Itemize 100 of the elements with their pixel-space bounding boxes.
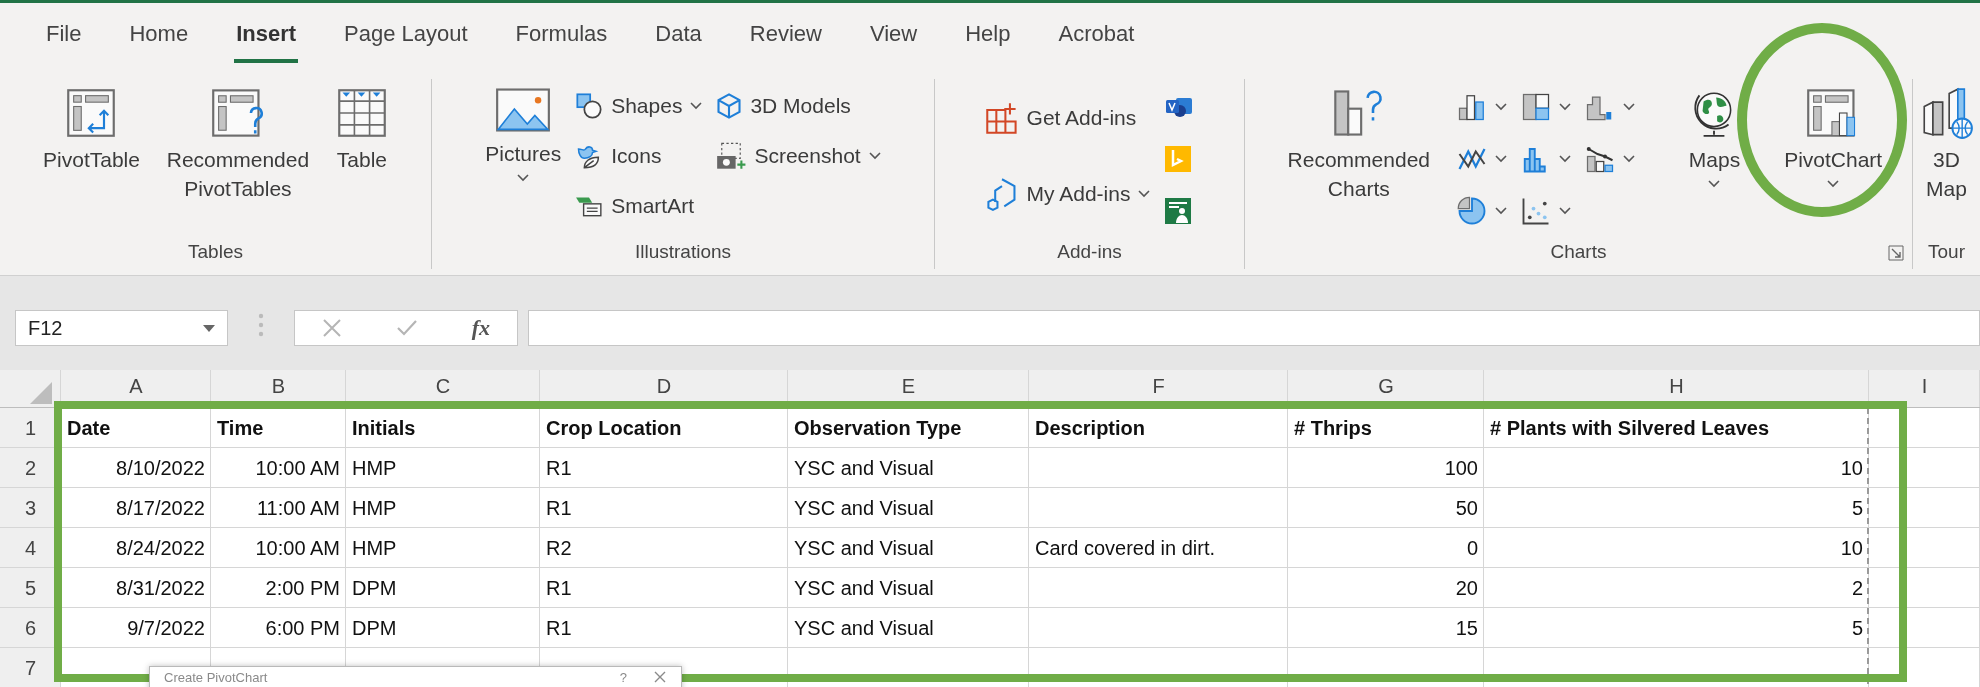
- chevron-down-icon: [517, 174, 530, 182]
- table-cell: YSC and Visual: [794, 536, 934, 560]
- table-cell: YSC and Visual: [794, 576, 934, 600]
- column-chart-icon: [1456, 92, 1487, 122]
- row-header[interactable]: 2: [24, 456, 37, 480]
- dialog-launcher-icon[interactable]: [1888, 245, 1904, 261]
- table-cell: 10:00 AM: [255, 536, 340, 560]
- pictures-button[interactable]: Pictures: [481, 83, 566, 186]
- help-button[interactable]: ?: [603, 670, 643, 685]
- column-heading: Observation Type: [794, 416, 962, 440]
- ribbon-tab[interactable]: Acrobat: [1034, 3, 1159, 65]
- table-cell: 5: [1851, 616, 1863, 640]
- table-cell: 9/7/2022: [127, 616, 205, 640]
- picture-icon: [495, 87, 552, 133]
- shapes-button[interactable]: Shapes: [571, 83, 707, 129]
- ribbon-tab[interactable]: Page Layout: [320, 3, 492, 65]
- close-icon[interactable]: [653, 670, 667, 684]
- column-heading: # Thrips: [1294, 416, 1372, 440]
- column-heading: Description: [1035, 416, 1146, 440]
- row-header[interactable]: 6: [24, 616, 37, 640]
- recommended-charts-button[interactable]: Recommended Charts: [1270, 83, 1447, 207]
- table-cell: 15: [1455, 616, 1478, 640]
- ribbon-tab[interactable]: Review: [725, 3, 846, 65]
- ribbon-tab[interactable]: Formulas: [491, 3, 632, 65]
- chevron-down-icon: [690, 102, 703, 110]
- table-cell: R2: [546, 536, 572, 560]
- column-heading: # Plants with Silvered Leaves: [1490, 416, 1769, 440]
- table-cell: 8/17/2022: [116, 496, 205, 520]
- app-icon: [1164, 145, 1193, 173]
- column-header[interactable]: D: [656, 375, 672, 398]
- column-header[interactable]: G: [1378, 375, 1394, 398]
- table-cell: 100: [1444, 456, 1478, 480]
- column-header[interactable]: I: [1921, 375, 1928, 398]
- chevron-down-icon: [1494, 207, 1507, 215]
- column-heading: Time: [217, 416, 264, 440]
- column-heading: Initials: [352, 416, 416, 440]
- check-icon[interactable]: [395, 319, 418, 337]
- recommended-pivot-tables-button[interactable]: Recommended PivotTables: [149, 83, 326, 207]
- table-cell: HMP: [352, 496, 397, 520]
- 3d-models-button[interactable]: 3D Models: [712, 83, 885, 129]
- group-label: Tour: [1928, 240, 1965, 264]
- ribbon-tab[interactable]: Help: [941, 3, 1035, 65]
- table-cell: 0: [1466, 536, 1478, 560]
- column-header[interactable]: F: [1152, 375, 1165, 398]
- column-heading: Date: [67, 416, 111, 440]
- ribbon-tab[interactable]: View: [845, 3, 942, 65]
- pivot-table-icon: [65, 87, 118, 139]
- pie-chart-icon: [1456, 196, 1487, 226]
- row-header[interactable]: 3: [24, 496, 37, 520]
- chevron-down-icon: [1622, 103, 1635, 111]
- smartart-button[interactable]: SmartArt: [571, 183, 707, 229]
- caret-icon: [203, 324, 215, 332]
- scatter-chart-icon: [1520, 196, 1551, 226]
- table-cell: R1: [546, 496, 572, 520]
- shapes-icon: [575, 92, 604, 120]
- row-header[interactable]: 1: [24, 416, 37, 440]
- ribbon-tab[interactable]: File: [22, 3, 106, 65]
- column-header[interactable]: H: [1669, 375, 1684, 398]
- group-label: Charts: [1550, 240, 1607, 264]
- grid-plus-icon: [984, 101, 1019, 135]
- table-cell: R1: [546, 576, 572, 600]
- buildings-globe-icon: [1920, 87, 1973, 139]
- my-add-ins-button[interactable]: My Add-ins: [980, 171, 1155, 217]
- icons-button[interactable]: Icons: [571, 133, 707, 179]
- ribbon-tab[interactable]: Home: [105, 3, 213, 65]
- 3d-map-button[interactable]: 3D Map: [1916, 83, 1977, 207]
- table-cell: DPM: [352, 576, 397, 600]
- maps-button[interactable]: Maps: [1684, 83, 1745, 192]
- pivot-table-button[interactable]: PivotTable: [39, 83, 144, 178]
- row-header[interactable]: 7: [24, 656, 37, 680]
- table-cell: 10: [1840, 536, 1863, 560]
- table-cell: 10:00 AM: [255, 456, 340, 480]
- table-cell: HMP: [352, 456, 397, 480]
- screenshot-button[interactable]: Screenshot: [712, 133, 885, 179]
- table-button[interactable]: Table: [331, 83, 392, 178]
- get-add-ins-button[interactable]: Get Add-ins: [980, 95, 1155, 141]
- column-header[interactable]: C: [435, 375, 451, 398]
- chevron-down-icon: [1622, 155, 1635, 163]
- table-cell: YSC and Visual: [794, 496, 934, 520]
- table-cell: R1: [546, 616, 572, 640]
- name-box[interactable]: F12: [15, 310, 228, 346]
- chevron-down-icon: [1494, 155, 1507, 163]
- table-cell: 8/24/2022: [116, 536, 205, 560]
- table-cell: R1: [546, 456, 572, 480]
- ribbon-tab[interactable]: Data: [631, 3, 726, 65]
- ribbon-tab[interactable]: Insert: [212, 3, 321, 65]
- column-header[interactable]: B: [271, 375, 286, 398]
- row-header[interactable]: 4: [24, 536, 37, 560]
- table-cell: 11:00 AM: [256, 496, 340, 520]
- group-label: Add-ins: [1057, 240, 1122, 264]
- row-header[interactable]: 5: [24, 576, 37, 600]
- column-header[interactable]: A: [129, 375, 143, 398]
- insert-function-button[interactable]: fx: [471, 315, 491, 341]
- table-cell: 50: [1455, 496, 1478, 520]
- column-header[interactable]: E: [901, 375, 916, 398]
- table-cell: HMP: [352, 536, 397, 560]
- formula-field[interactable]: [528, 310, 1980, 346]
- table-cell: DPM: [352, 616, 397, 640]
- chevron-down-icon: [1138, 190, 1151, 198]
- column-heading: Crop Location: [546, 416, 682, 440]
